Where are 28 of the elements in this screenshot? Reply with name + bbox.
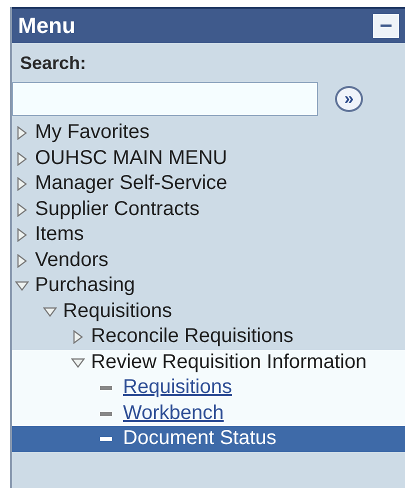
menu-link[interactable]: Requisitions: [123, 375, 232, 400]
collapsed-triangle-icon[interactable]: [71, 330, 85, 344]
menu-folder[interactable]: Reconcile Requisitions: [91, 324, 391, 350]
search-go-button[interactable]: »: [335, 86, 363, 112]
collapsed-triangle-icon[interactable]: [15, 202, 29, 216]
menu-folder[interactable]: My Favorites: [35, 120, 335, 146]
expanded-triangle-icon[interactable]: [15, 279, 29, 293]
search-field[interactable]: [12, 82, 318, 116]
collapsed-triangle-icon[interactable]: [15, 228, 29, 242]
menu-folder[interactable]: Items: [35, 222, 335, 248]
menu-folder[interactable]: Supplier Contracts: [35, 196, 335, 222]
menu-title: Menu: [18, 13, 76, 39]
menu-folder[interactable]: Vendors: [35, 248, 335, 273]
search-label: Search:: [19, 53, 88, 74]
collapsed-triangle-icon[interactable]: [15, 254, 29, 268]
collapsed-triangle-icon[interactable]: [15, 152, 29, 166]
collapsed-triangle-icon[interactable]: [15, 177, 29, 191]
menu-link[interactable]: Workbench: [123, 400, 224, 426]
menu-folder[interactable]: Requisitions: [63, 298, 363, 324]
menu-item[interactable]: Document Status: [123, 426, 276, 452]
collapse-button[interactable]: −: [373, 14, 399, 38]
menu-folder[interactable]: OUHSC MAIN MENU: [35, 146, 335, 171]
expanded-triangle-icon[interactable]: [43, 304, 57, 318]
menu-folder[interactable]: Purchasing: [35, 273, 335, 298]
menu-folder[interactable]: Review Requisition Information: [91, 350, 391, 375]
expanded-triangle-icon[interactable]: [71, 356, 85, 370]
menu-folder[interactable]: Manager Self-Service: [35, 171, 335, 196]
collapsed-triangle-icon[interactable]: [15, 126, 29, 140]
